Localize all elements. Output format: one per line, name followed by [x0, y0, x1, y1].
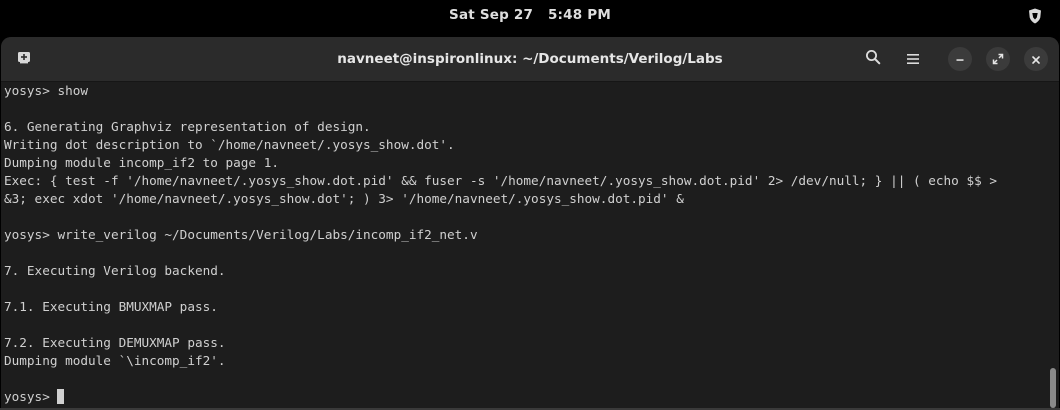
terminal-line: 6. Generating Graphviz representation of… [4, 119, 371, 134]
terminal-line: Exec: { test -f '/home/navneet/.yosys_sh… [4, 173, 998, 188]
minimize-icon [955, 50, 965, 69]
terminal-line: Dumping module `\incomp_if2'. [4, 353, 226, 368]
scrollbar[interactable] [1049, 82, 1057, 410]
hamburger-menu-icon [906, 50, 920, 69]
clock-date: Sat Sep 27 [449, 7, 534, 23]
terminal-line: Writing dot description to `/home/navnee… [4, 137, 455, 152]
close-button[interactable] [1024, 47, 1048, 71]
text-cursor [57, 389, 65, 404]
terminal-window: navneet@inspironlinux: ~/Documents/Veril… [1, 37, 1059, 410]
title-bar[interactable]: navneet@inspironlinux: ~/Documents/Veril… [1, 37, 1059, 82]
terminal-line: 7.1. Executing BMUXMAP pass. [4, 299, 218, 314]
terminal-line: yosys> show [4, 83, 89, 98]
shield-icon[interactable] [1028, 8, 1042, 24]
terminal-line: Dumping module incomp_if2 to page 1. [4, 155, 279, 170]
maximize-button[interactable] [986, 47, 1010, 71]
terminal-line: yosys> write_verilog ~/Documents/Verilog… [4, 227, 478, 242]
top-bar: Sat Sep 27 5:48 PM [0, 0, 1060, 34]
maximize-icon [992, 50, 1004, 69]
minimize-button[interactable] [948, 47, 972, 71]
close-icon [1031, 50, 1041, 69]
menu-button[interactable] [898, 44, 928, 74]
clock-time: 5:48 PM [547, 7, 611, 23]
terminal-line: 7.2. Executing DEMUXMAP pass. [4, 335, 226, 350]
terminal-prompt: yosys> [4, 389, 58, 404]
scrollbar-thumb[interactable] [1050, 368, 1056, 408]
terminal-line: 7. Executing Verilog backend. [4, 263, 226, 278]
search-button[interactable] [858, 44, 888, 74]
terminal-output[interactable]: yosys> show 6. Generating Graphviz repre… [1, 82, 1050, 410]
terminal-line: &3; exec xdot '/home/navneet/.yosys_show… [4, 191, 684, 206]
terminal-prompt-line[interactable]: yosys> [4, 388, 1050, 406]
search-icon [865, 49, 881, 69]
clock[interactable]: Sat Sep 27 5:48 PM [0, 7, 1060, 23]
